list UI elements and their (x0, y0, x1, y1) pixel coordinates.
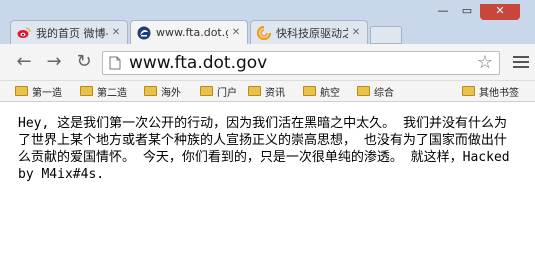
reload-button[interactable]: ↻ (72, 50, 96, 74)
close-window-button[interactable]: ✕ (480, 4, 520, 20)
bookmark-folder[interactable]: 综合 (357, 84, 394, 99)
bookmark-folder[interactable]: 第一造 (15, 84, 62, 99)
fta-logo-icon (137, 26, 151, 39)
tab-kkj[interactable]: 快科技原驱动之 ✕ (250, 20, 368, 44)
other-bookmarks[interactable]: 其他书签 (462, 84, 519, 99)
close-tab-icon[interactable]: ✕ (111, 27, 121, 38)
forward-button[interactable]: → (42, 50, 66, 74)
address-bar[interactable]: www.fta.dot.gov ☆ (102, 51, 500, 75)
folder-icon (357, 86, 370, 96)
page-message: Hey, 这是我们第一次公开的行动，因为我们活在黑暗之中太久。 我们并没有什么为… (18, 116, 510, 182)
bookmarks-bar: 第一造 第二造 海外 门户 资讯 航空 综合 其他书签 (0, 81, 535, 102)
page-icon (109, 56, 121, 70)
menu-icon[interactable] (513, 53, 529, 69)
kkj-icon (257, 25, 271, 40)
tab-label: 我的首页 微博- (36, 26, 108, 40)
folder-icon (303, 86, 316, 96)
folder-icon (200, 86, 213, 96)
tab-strip: 我的首页 微博- ✕ www.fta.dot.go ✕ 快科技原驱动之 ✕ (10, 20, 402, 44)
folder-icon (80, 86, 93, 96)
folder-icon (462, 86, 475, 96)
bookmark-folder[interactable]: 海外 (144, 84, 181, 99)
window-titlebar: 我的首页 微博- ✕ www.fta.dot.go ✕ 快科技原驱动之 ✕ — … (0, 0, 535, 44)
close-tab-icon[interactable]: ✕ (351, 27, 361, 38)
folder-icon (248, 86, 261, 96)
url-text: www.fta.dot.gov (129, 53, 268, 73)
maximize-button[interactable]: ▭ (457, 4, 477, 20)
bookmark-folder[interactable]: 航空 (303, 84, 340, 99)
minimize-button[interactable]: — (433, 4, 453, 20)
new-tab-button[interactable] (370, 26, 402, 44)
tab-weibo[interactable]: 我的首页 微博- ✕ (10, 20, 128, 44)
back-button[interactable]: ← (12, 50, 36, 74)
folder-icon (144, 86, 157, 96)
tab-fta[interactable]: www.fta.dot.go ✕ (130, 20, 248, 44)
bookmark-folder[interactable]: 门户 (200, 84, 237, 99)
tab-label: 快科技原驱动之 (276, 26, 348, 40)
close-tab-icon[interactable]: ✕ (231, 27, 241, 38)
weibo-icon (17, 26, 31, 38)
browser-toolbar: ← → ↻ www.fta.dot.gov ☆ (0, 44, 535, 81)
bookmark-folder[interactable]: 资讯 (248, 84, 285, 99)
star-icon[interactable]: ☆ (477, 52, 493, 74)
bookmark-folder[interactable]: 第二造 (80, 84, 127, 99)
tab-label: www.fta.dot.go (156, 26, 228, 39)
folder-icon (15, 86, 28, 96)
